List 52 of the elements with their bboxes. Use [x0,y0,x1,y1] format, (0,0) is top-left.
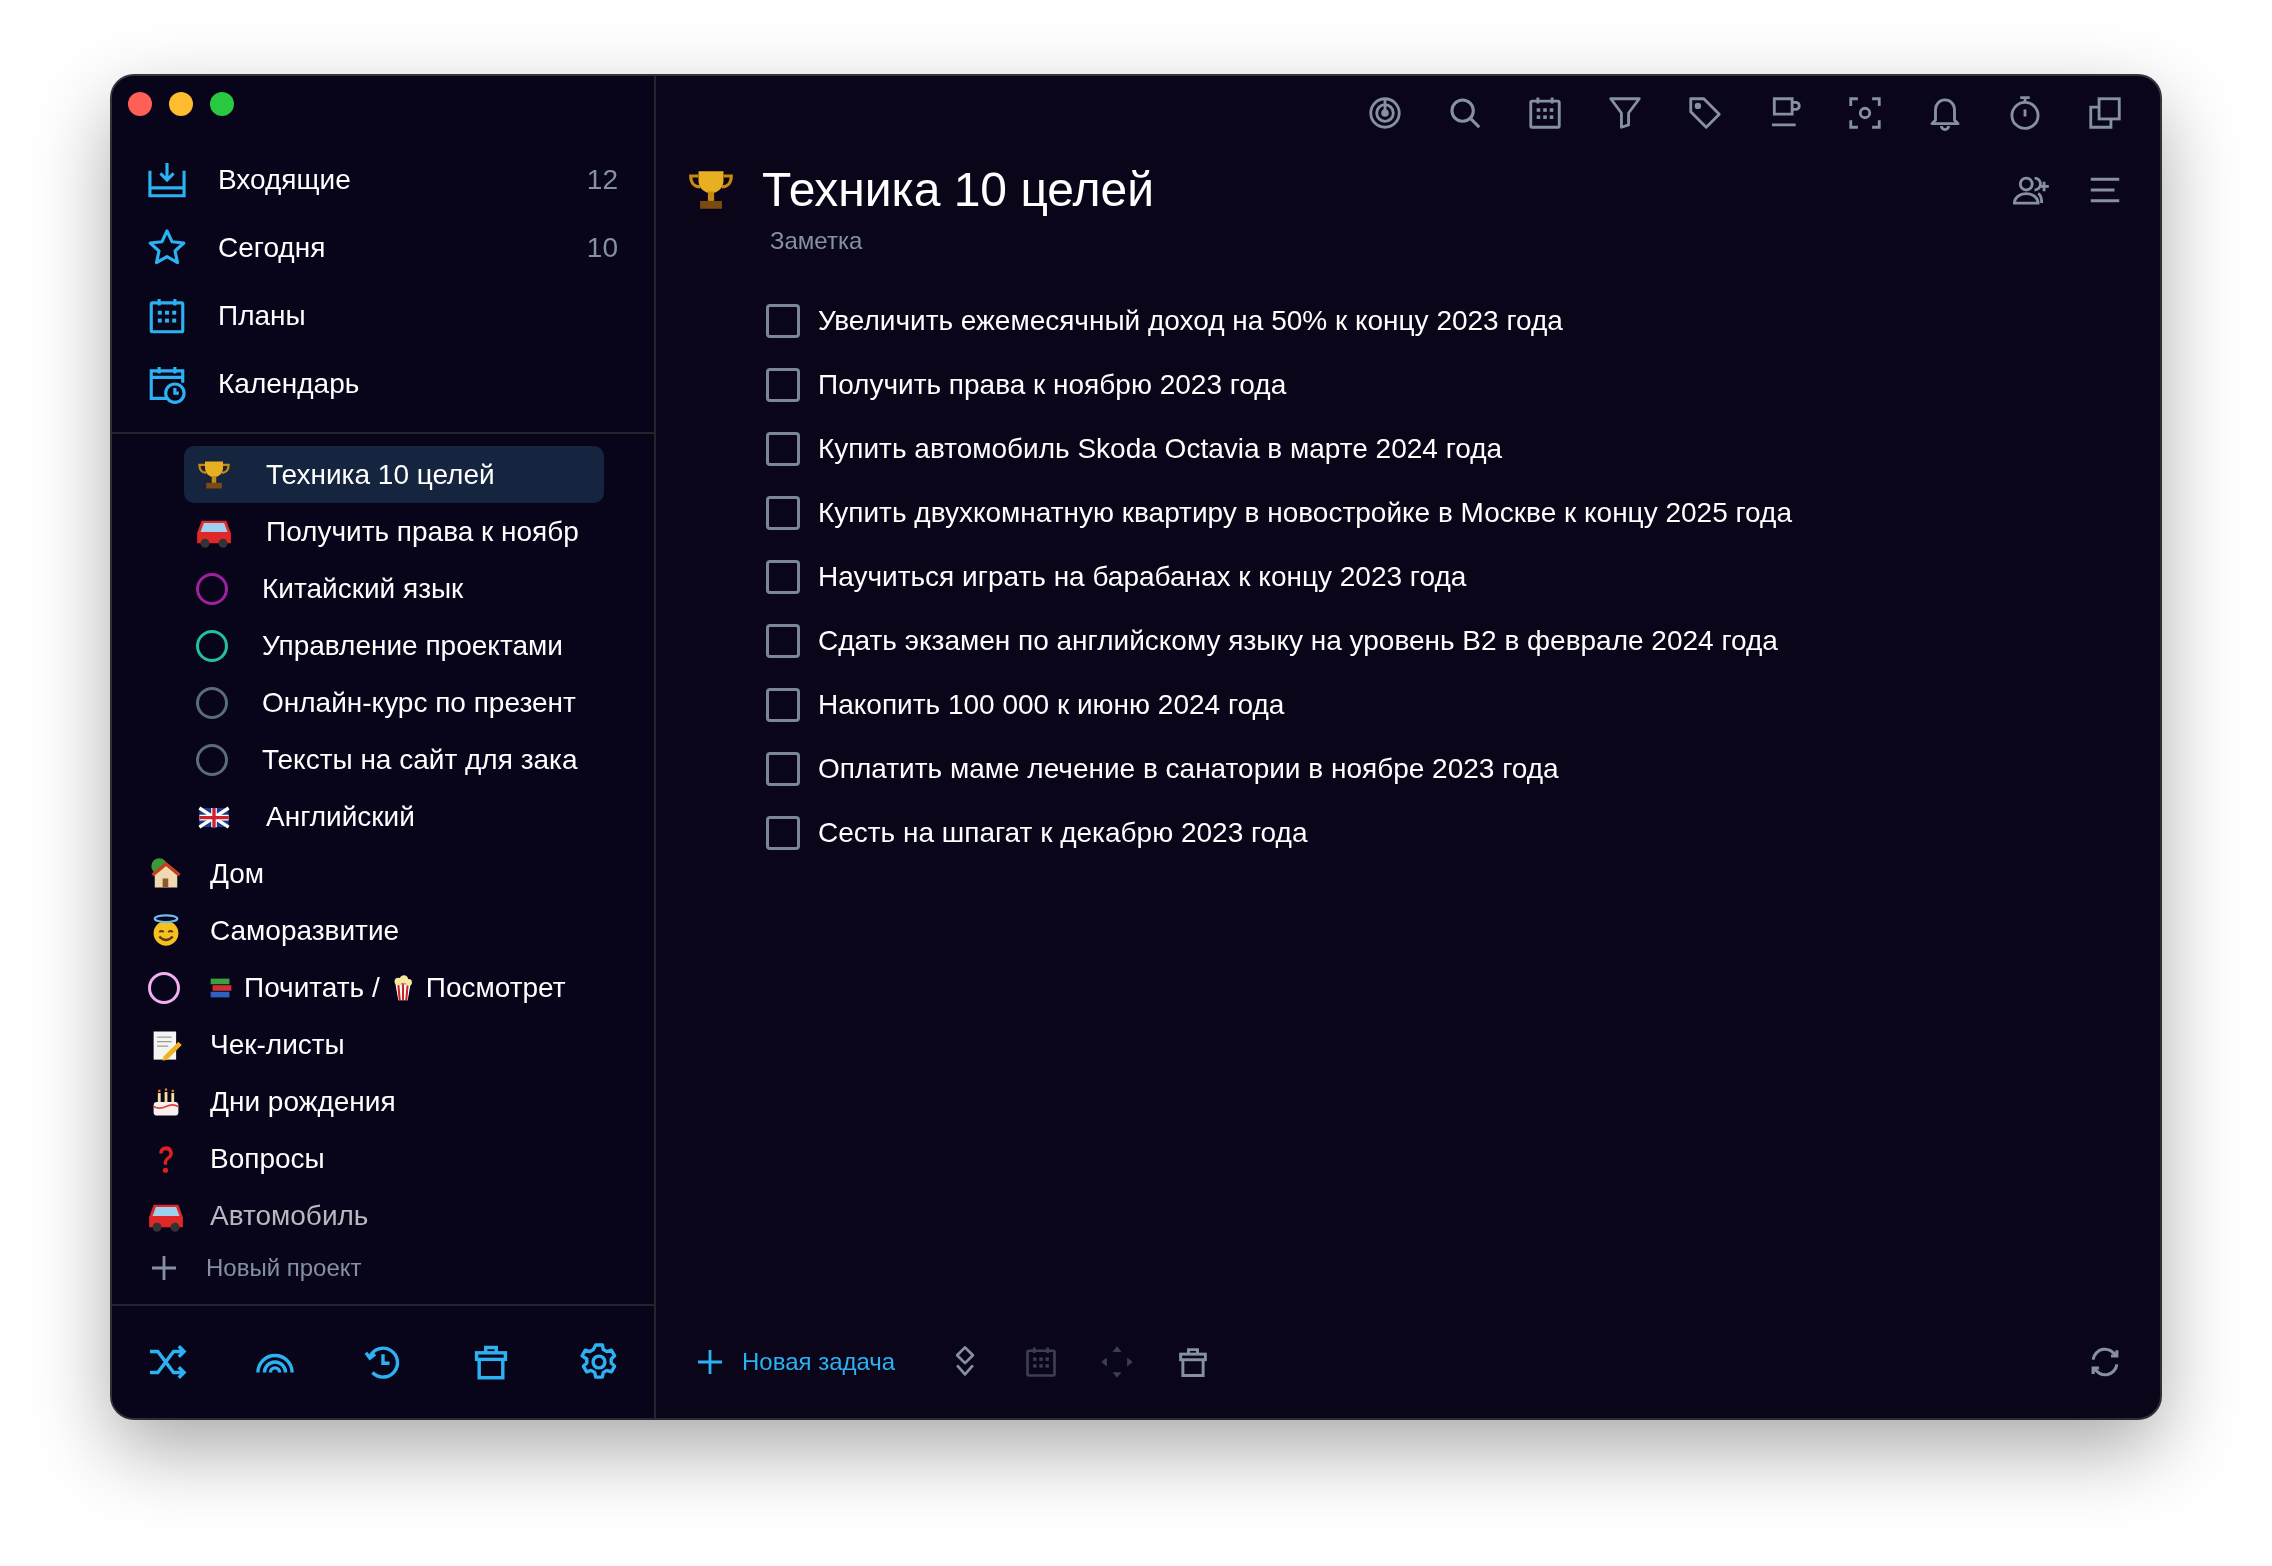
project-item[interactable]: Автомобиль [112,1187,654,1244]
task-title[interactable]: Сдать экзамен по английскому языку на уровень B2 в феврале 2024 года [818,625,1778,657]
filter-icon[interactable] [1606,94,1644,132]
task-checkbox[interactable] [766,496,800,530]
task-title[interactable]: Получить права к ноябрю 2023 года [818,369,1287,401]
project-item[interactable]: Почитать / Посмотрет [112,959,654,1016]
focus-icon[interactable] [1846,94,1884,132]
project-item[interactable]: Дни рождения [112,1073,654,1130]
task-checkbox[interactable] [766,752,800,786]
task-checkbox[interactable] [766,624,800,658]
tag-icon[interactable] [1686,94,1724,132]
sidebar-nav-item[interactable]: Планы [112,282,654,350]
project-item[interactable]: Управление проектами [184,617,604,674]
project-name-part: Посмотрет [425,971,566,1004]
project-item[interactable]: Китайский язык [184,560,604,617]
project-item[interactable]: Тексты на сайт для зака [184,731,604,788]
task-checkbox[interactable] [766,432,800,466]
task-checkbox[interactable] [766,368,800,402]
task-checkbox[interactable] [766,560,800,594]
project-item[interactable]: Дом [112,845,654,902]
zoom-window-button[interactable] [210,92,234,116]
task-title[interactable]: Сесть на шпагат к декабрю 2023 года [818,817,1308,849]
sidebar-nav-item[interactable]: Сегодня 10 [112,214,654,282]
project-item[interactable]: Английский [184,788,604,845]
item-count: 12 [586,164,618,196]
new-task-button[interactable]: Новая задача [694,1346,896,1378]
task-checkbox[interactable] [766,816,800,850]
project-item[interactable]: Чек-листы [112,1016,654,1073]
item-count: 10 [586,232,618,264]
task-title[interactable]: Купить двухкомнатную квартиру в новостройке в Москве к концу 2025 года [818,497,1792,529]
task-checkbox[interactable] [766,688,800,722]
new-project-button[interactable]: Новый проект [112,1244,654,1292]
list-subtitle: Заметка [769,226,864,255]
project-item[interactable]: Получить права к ноябр [184,503,604,560]
project-name-part: Почитать / [244,971,380,1004]
sidebar-nav-item[interactable]: Календарь [112,350,654,418]
sidebar-nav-item[interactable]: Входящие 12 [112,146,654,214]
project-item[interactable]: Техника 10 целей [184,446,604,503]
project-item[interactable]: Онлайн-курс по презент [184,674,604,731]
close-window-button[interactable] [128,92,152,116]
task-title[interactable]: Накопить 100 000 к июню 2024 года [818,689,1285,721]
radar-icon[interactable] [1366,94,1404,132]
task-checkbox[interactable] [766,304,800,338]
copy-icon[interactable] [2086,94,2124,132]
task-title[interactable]: Увеличить ежемесячный доход на 50% к концу 2023 года [818,305,1563,337]
project-item[interactable]: Саморазвитие [112,902,654,959]
project-item[interactable]: Вопросы [112,1130,654,1187]
minimize-window-button[interactable] [169,92,193,116]
task-title[interactable]: Оплатить маме лечение в санатории в ноябре 2023 года [818,753,1559,785]
task-title[interactable]: Научиться играть на барабанах к концу 2023 года [818,561,1467,593]
task-title[interactable]: Купить автомобиль Skoda Octavia в марте 2024 года [818,433,1503,465]
list-title: Техника 10 целей [762,162,1155,217]
